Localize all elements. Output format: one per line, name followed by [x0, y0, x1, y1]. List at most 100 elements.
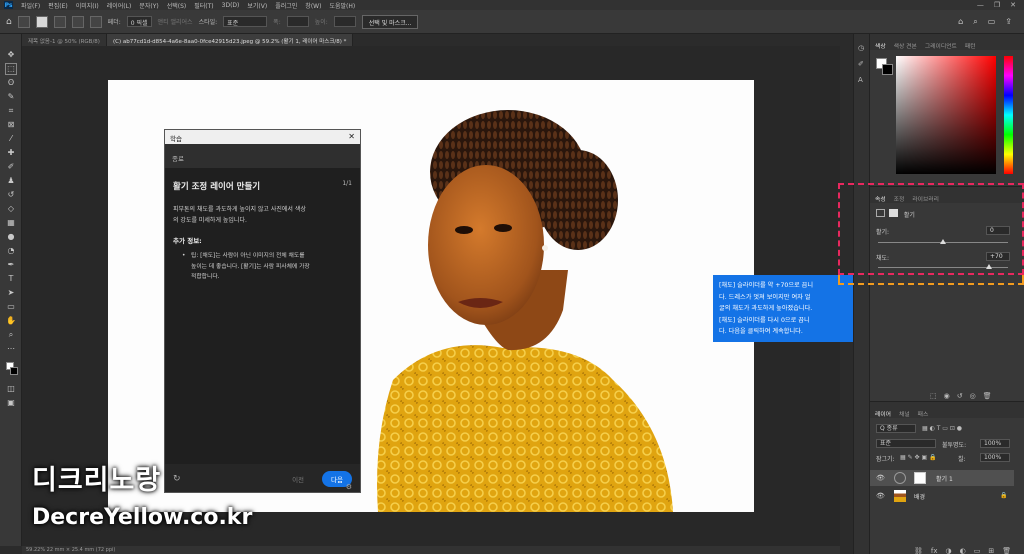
menu-type[interactable]: 문자(Y)	[139, 1, 158, 10]
select-and-mask-button[interactable]: 선택 및 마스크...	[361, 14, 419, 29]
quick-mask-icon[interactable]: ◫	[6, 384, 16, 394]
eye-icon[interactable]: 👁	[876, 492, 885, 500]
tab-gradients[interactable]: 그레이디언트	[925, 41, 957, 50]
home-workspace-icon[interactable]: ⌂	[958, 17, 963, 27]
quick-select-tool-icon[interactable]: ✎	[6, 92, 16, 102]
previous-button[interactable]: 이전	[292, 474, 304, 484]
style-select[interactable]: 표준	[223, 16, 268, 27]
menu-image[interactable]: 이미지(I)	[76, 1, 99, 10]
rectangle-tool-icon[interactable]: ▭	[6, 302, 16, 312]
tab-color[interactable]: 색상	[875, 41, 886, 50]
character-icon[interactable]: A	[858, 76, 867, 85]
antialias-checkbox[interactable]: 앤티 앨리어스	[158, 17, 193, 26]
hand-tool-icon[interactable]: ✋	[6, 316, 16, 326]
brush-settings-icon[interactable]: ✐	[858, 60, 867, 69]
gear-icon[interactable]: ⚙	[346, 483, 352, 491]
marquee-tool-icon[interactable]: ⬚	[5, 63, 17, 75]
workspace-icon[interactable]: ▭	[988, 17, 996, 27]
new-selection-icon[interactable]	[35, 15, 48, 28]
blend-mode-select[interactable]: 표준	[876, 439, 936, 448]
maximize-icon[interactable]: ❐	[994, 1, 1000, 9]
menu-help[interactable]: 도움말(H)	[329, 1, 355, 10]
healing-tool-icon[interactable]: ✚	[6, 148, 16, 158]
menu-3d[interactable]: 3D(D)	[222, 2, 240, 9]
frame-tool-icon[interactable]: ⊠	[6, 120, 16, 130]
trash-icon[interactable]: 🗑	[1002, 547, 1011, 554]
more-tools-icon[interactable]: ⋯	[6, 344, 16, 354]
hue-slider[interactable]	[1004, 56, 1013, 174]
menu-layer[interactable]: 레이어(L)	[107, 1, 132, 10]
menu-window[interactable]: 창(W)	[305, 1, 321, 10]
layer-background[interactable]: 👁 배경 🔒	[870, 488, 1014, 504]
eraser-tool-icon[interactable]: ◇	[6, 204, 16, 214]
search-icon[interactable]: ⌕	[973, 17, 977, 27]
feather-input[interactable]: 0 픽셀	[126, 16, 152, 27]
height-input[interactable]	[333, 16, 356, 27]
close-icon[interactable]: ✕	[348, 133, 355, 141]
add-mask-icon[interactable]: ◑	[946, 547, 952, 554]
menu-edit[interactable]: 편집(E)	[48, 1, 68, 10]
add-selection-icon[interactable]	[53, 15, 66, 28]
marquee-tool-icon[interactable]	[17, 15, 30, 28]
subtract-selection-icon[interactable]	[71, 15, 84, 28]
history-icon[interactable]: ◷	[858, 44, 867, 53]
minimize-icon[interactable]: —	[977, 1, 984, 9]
type-tool-icon[interactable]: T	[6, 274, 16, 284]
stamp-tool-icon[interactable]: ♟	[6, 176, 16, 186]
background-color-swatch[interactable]	[10, 367, 18, 375]
close-icon[interactable]: ✕	[1010, 1, 1016, 9]
new-layer-icon[interactable]: ⊞	[988, 547, 994, 554]
background-swatch[interactable]	[882, 64, 893, 75]
layer-style-icon[interactable]: fx	[931, 547, 938, 554]
eyedropper-tool-icon[interactable]: ⁄	[6, 134, 16, 144]
menu-view[interactable]: 보기(V)	[247, 1, 267, 10]
restart-icon[interactable]: ↻	[173, 474, 181, 484]
brush-tool-icon[interactable]: ✐	[6, 162, 16, 172]
menu-plugins[interactable]: 플러그인	[275, 1, 297, 10]
trash-icon[interactable]: 🗑	[983, 392, 992, 400]
link-layers-icon[interactable]: ⛓	[914, 547, 923, 554]
tab-layers[interactable]: 레이어	[875, 409, 891, 418]
options-right-icons: ⌂ ⌕ ▭ ⇪	[958, 17, 1024, 27]
pen-tool-icon[interactable]: ✒	[6, 260, 16, 270]
home-icon[interactable]: ⌂	[6, 17, 12, 27]
color-swatches	[876, 58, 894, 76]
tab-untitled[interactable]: 제목 없음-1 @ 50% (RGB/8)	[22, 34, 107, 46]
gradient-tool-icon[interactable]: ▦	[6, 218, 16, 228]
layer-filter-select[interactable]: Q 종류	[876, 424, 916, 433]
tab-patterns[interactable]: 패턴	[965, 41, 976, 50]
tab-swatches[interactable]: 색상 견본	[894, 41, 917, 50]
menu-file[interactable]: 파일(F)	[21, 1, 40, 10]
zoom-tool-icon[interactable]: ⌕	[6, 330, 16, 340]
width-input[interactable]	[286, 16, 309, 27]
move-tool-icon[interactable]: ✥	[6, 50, 16, 60]
fill-input[interactable]: 100%	[980, 453, 1010, 462]
visibility-icon[interactable]: ◎	[970, 392, 976, 400]
menu-filter[interactable]: 필터(T)	[194, 1, 213, 10]
menu-select[interactable]: 선택(S)	[167, 1, 187, 10]
new-adjustment-icon[interactable]: ◐	[960, 547, 966, 554]
blur-tool-icon[interactable]: ●	[6, 232, 16, 242]
layer-vibrance[interactable]: 👁 활기 1	[870, 470, 1014, 486]
screen-mode-icon[interactable]: ▣	[6, 398, 16, 408]
lasso-tool-icon[interactable]: ʘ	[6, 78, 16, 88]
reset-icon[interactable]: ↺	[957, 392, 963, 400]
opacity-input[interactable]: 100%	[980, 439, 1010, 448]
dodge-tool-icon[interactable]: ◔	[6, 246, 16, 256]
clip-to-layer-icon[interactable]: ⬚	[930, 392, 937, 400]
color-field[interactable]	[896, 56, 996, 174]
crop-tool-icon[interactable]: ⌗	[6, 106, 16, 116]
tab-paths[interactable]: 패스	[918, 409, 929, 418]
new-group-icon[interactable]: ▭	[974, 547, 981, 554]
path-select-tool-icon[interactable]: ➤	[6, 288, 16, 298]
lock-icons[interactable]: ▦ ✎ ✥ ▣ 🔒	[900, 454, 950, 461]
history-brush-icon[interactable]: ↺	[6, 190, 16, 200]
layer-mask-thumbnail[interactable]	[914, 472, 926, 484]
exit-tutorial-link[interactable]: 종료	[165, 144, 360, 168]
view-previous-icon[interactable]: ◉	[944, 392, 950, 400]
intersect-selection-icon[interactable]	[89, 15, 102, 28]
share-icon[interactable]: ⇪	[1005, 17, 1012, 27]
tab-channels[interactable]: 채널	[899, 409, 910, 418]
eye-icon[interactable]: 👁	[876, 474, 885, 482]
tab-active-document[interactable]: (C) ab77cd1d-d854-4a6e-8aa0-0fce42915d23…	[106, 34, 354, 46]
